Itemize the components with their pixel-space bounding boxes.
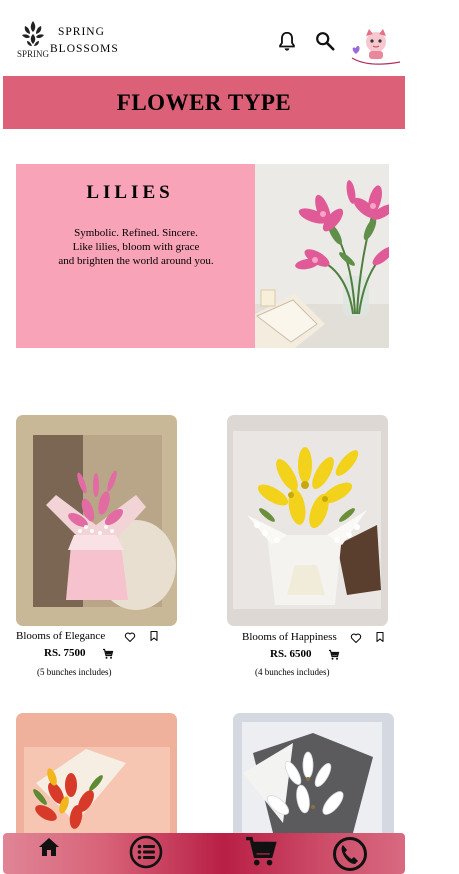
- bookmark-icon[interactable]: [148, 630, 160, 642]
- banner-line-3: and brighten the world around you.: [58, 255, 214, 267]
- bouquet-photo: [242, 722, 382, 843]
- bell-icon[interactable]: [276, 30, 298, 52]
- page-title: FLOWER TYPE: [116, 89, 292, 115]
- home-icon[interactable]: [37, 835, 61, 859]
- avatar[interactable]: [348, 26, 402, 68]
- heart-icon[interactable]: [124, 631, 136, 643]
- brand-line-1: SPRING: [58, 26, 105, 38]
- brand-name: SPRING BLOSSOMS: [50, 24, 119, 58]
- bookmark-icon[interactable]: [374, 631, 386, 643]
- product-name[interactable]: Blooms of Happiness: [242, 631, 337, 643]
- brand-line-2: BLOSSOMS: [50, 43, 119, 55]
- svg-text:SPRING: SPRING: [17, 49, 50, 59]
- product-image-blooms-of-happiness[interactable]: [227, 415, 388, 626]
- product-image-white-bouquet[interactable]: [233, 713, 394, 843]
- bouquet-photo: [24, 747, 170, 843]
- logo-icon[interactable]: SPRING: [16, 18, 50, 62]
- product-price: RS. 7500: [44, 647, 86, 659]
- cart-icon[interactable]: [102, 648, 114, 660]
- banner-description: Symbolic. Refined. Sincere. Like lilies,…: [16, 226, 256, 268]
- product-image-blooms-of-elegance[interactable]: [16, 415, 177, 626]
- app-header: SPRING SPRING BLOSSOMS: [0, 0, 459, 76]
- banner-heading: LILIES: [86, 182, 174, 203]
- list-icon[interactable]: [129, 835, 163, 869]
- product-bunch-note: (4 bunches includes): [255, 667, 330, 677]
- product-price: RS. 6500: [270, 648, 312, 660]
- page-title-bar: FLOWER TYPE: [3, 76, 405, 129]
- search-icon[interactable]: [314, 30, 336, 52]
- product-bunch-note: (5 bunches includes): [37, 667, 112, 677]
- banner-line-2: Like lilies, bloom with grace: [72, 241, 200, 253]
- bottom-navigation: [3, 833, 405, 874]
- bouquet-photo: [233, 431, 381, 609]
- bouquet-photo: [33, 435, 176, 610]
- product-image-red-bouquet[interactable]: [16, 713, 177, 843]
- cart-icon[interactable]: [328, 649, 340, 661]
- product-name[interactable]: Blooms of Elegance: [16, 630, 105, 642]
- cart-icon[interactable]: [244, 835, 278, 869]
- lily-vase-photo: [255, 164, 389, 348]
- heart-icon[interactable]: [350, 632, 362, 644]
- banner-line-1: Symbolic. Refined. Sincere.: [74, 227, 198, 239]
- phone-icon[interactable]: [332, 836, 368, 872]
- lilies-banner[interactable]: LILIES Symbolic. Refined. Sincere. Like …: [16, 164, 389, 348]
